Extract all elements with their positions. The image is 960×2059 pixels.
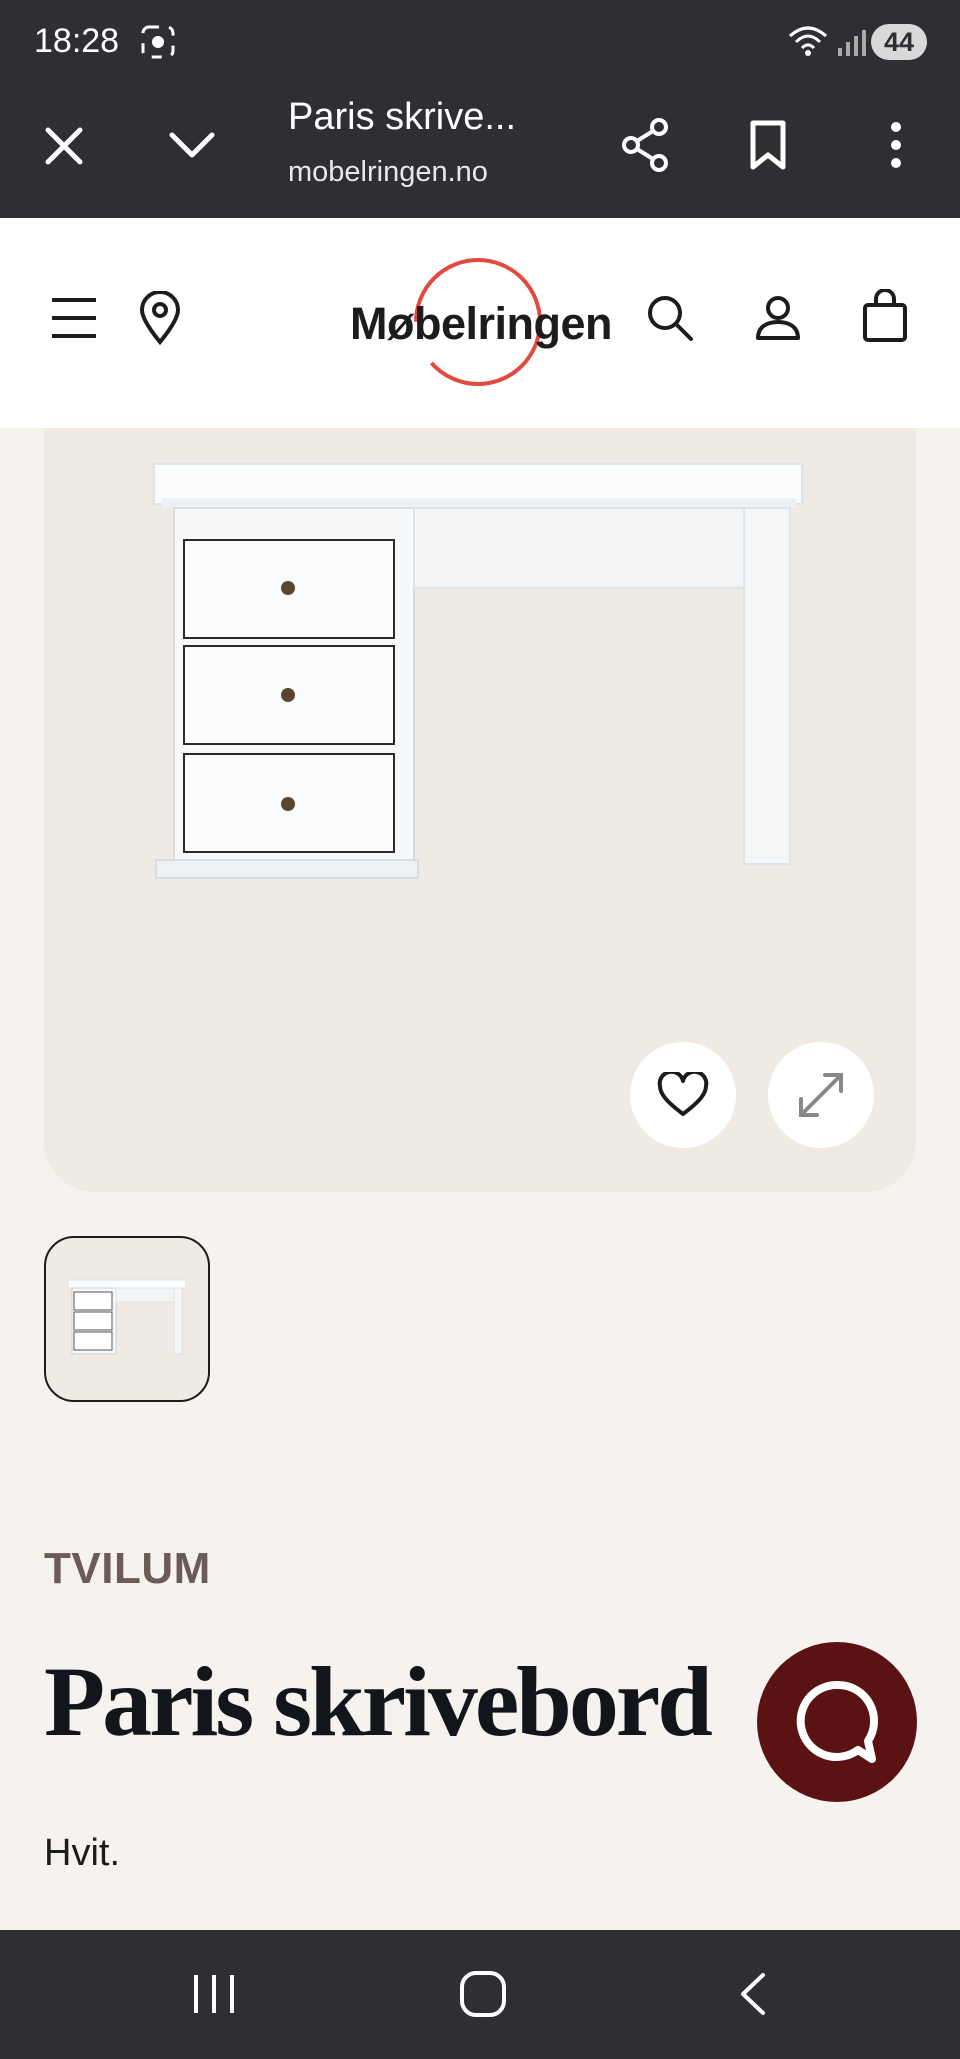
browser-toolbar: Paris skrive... mobelringen.no [0,86,960,218]
recent-apps-icon[interactable] [164,1958,264,2030]
site-logo[interactable]: Møbelringen [340,258,620,388]
expand-icon [799,1073,843,1117]
chevron-down-icon[interactable] [162,116,222,176]
menu-icon[interactable] [44,288,104,348]
more-icon[interactable] [861,110,931,180]
product-thumbnail[interactable] [44,1236,210,1402]
battery-indicator: 44 [871,24,927,60]
site-header: Møbelringen [0,218,960,428]
search-icon[interactable] [640,288,700,348]
account-icon[interactable] [748,288,808,348]
product-title: Paris skrivebord [44,1646,713,1757]
product-color: Hvit. [44,1832,120,1874]
desk-thumbnail-image [67,1279,187,1355]
product-brand[interactable]: TVILUM [44,1544,211,1594]
status-time: 18:28 [34,22,120,60]
share-icon[interactable] [610,110,680,180]
tab-title: Paris skrive... [288,96,517,138]
product-image-main[interactable] [44,428,916,1192]
system-nav-bar [0,1930,960,2059]
signal-icon [836,28,866,63]
screen-record-icon [140,24,176,65]
back-icon[interactable] [702,1958,802,2030]
wifi-icon [788,24,828,63]
close-icon[interactable] [34,116,94,176]
chat-button[interactable] [757,1642,917,1802]
bag-icon[interactable] [855,284,915,348]
home-icon[interactable] [433,1958,533,2030]
favorite-button[interactable] [630,1042,736,1148]
bookmark-icon[interactable] [733,110,803,180]
chat-icon [796,1680,879,1763]
tab-url: mobelringen.no [288,156,488,188]
expand-button[interactable] [768,1042,874,1148]
favorite-icon [657,1072,709,1116]
status-bar: 18:28 44 [0,0,960,86]
logo-text: Møbelringen [350,298,613,349]
location-pin-icon[interactable] [130,286,190,350]
